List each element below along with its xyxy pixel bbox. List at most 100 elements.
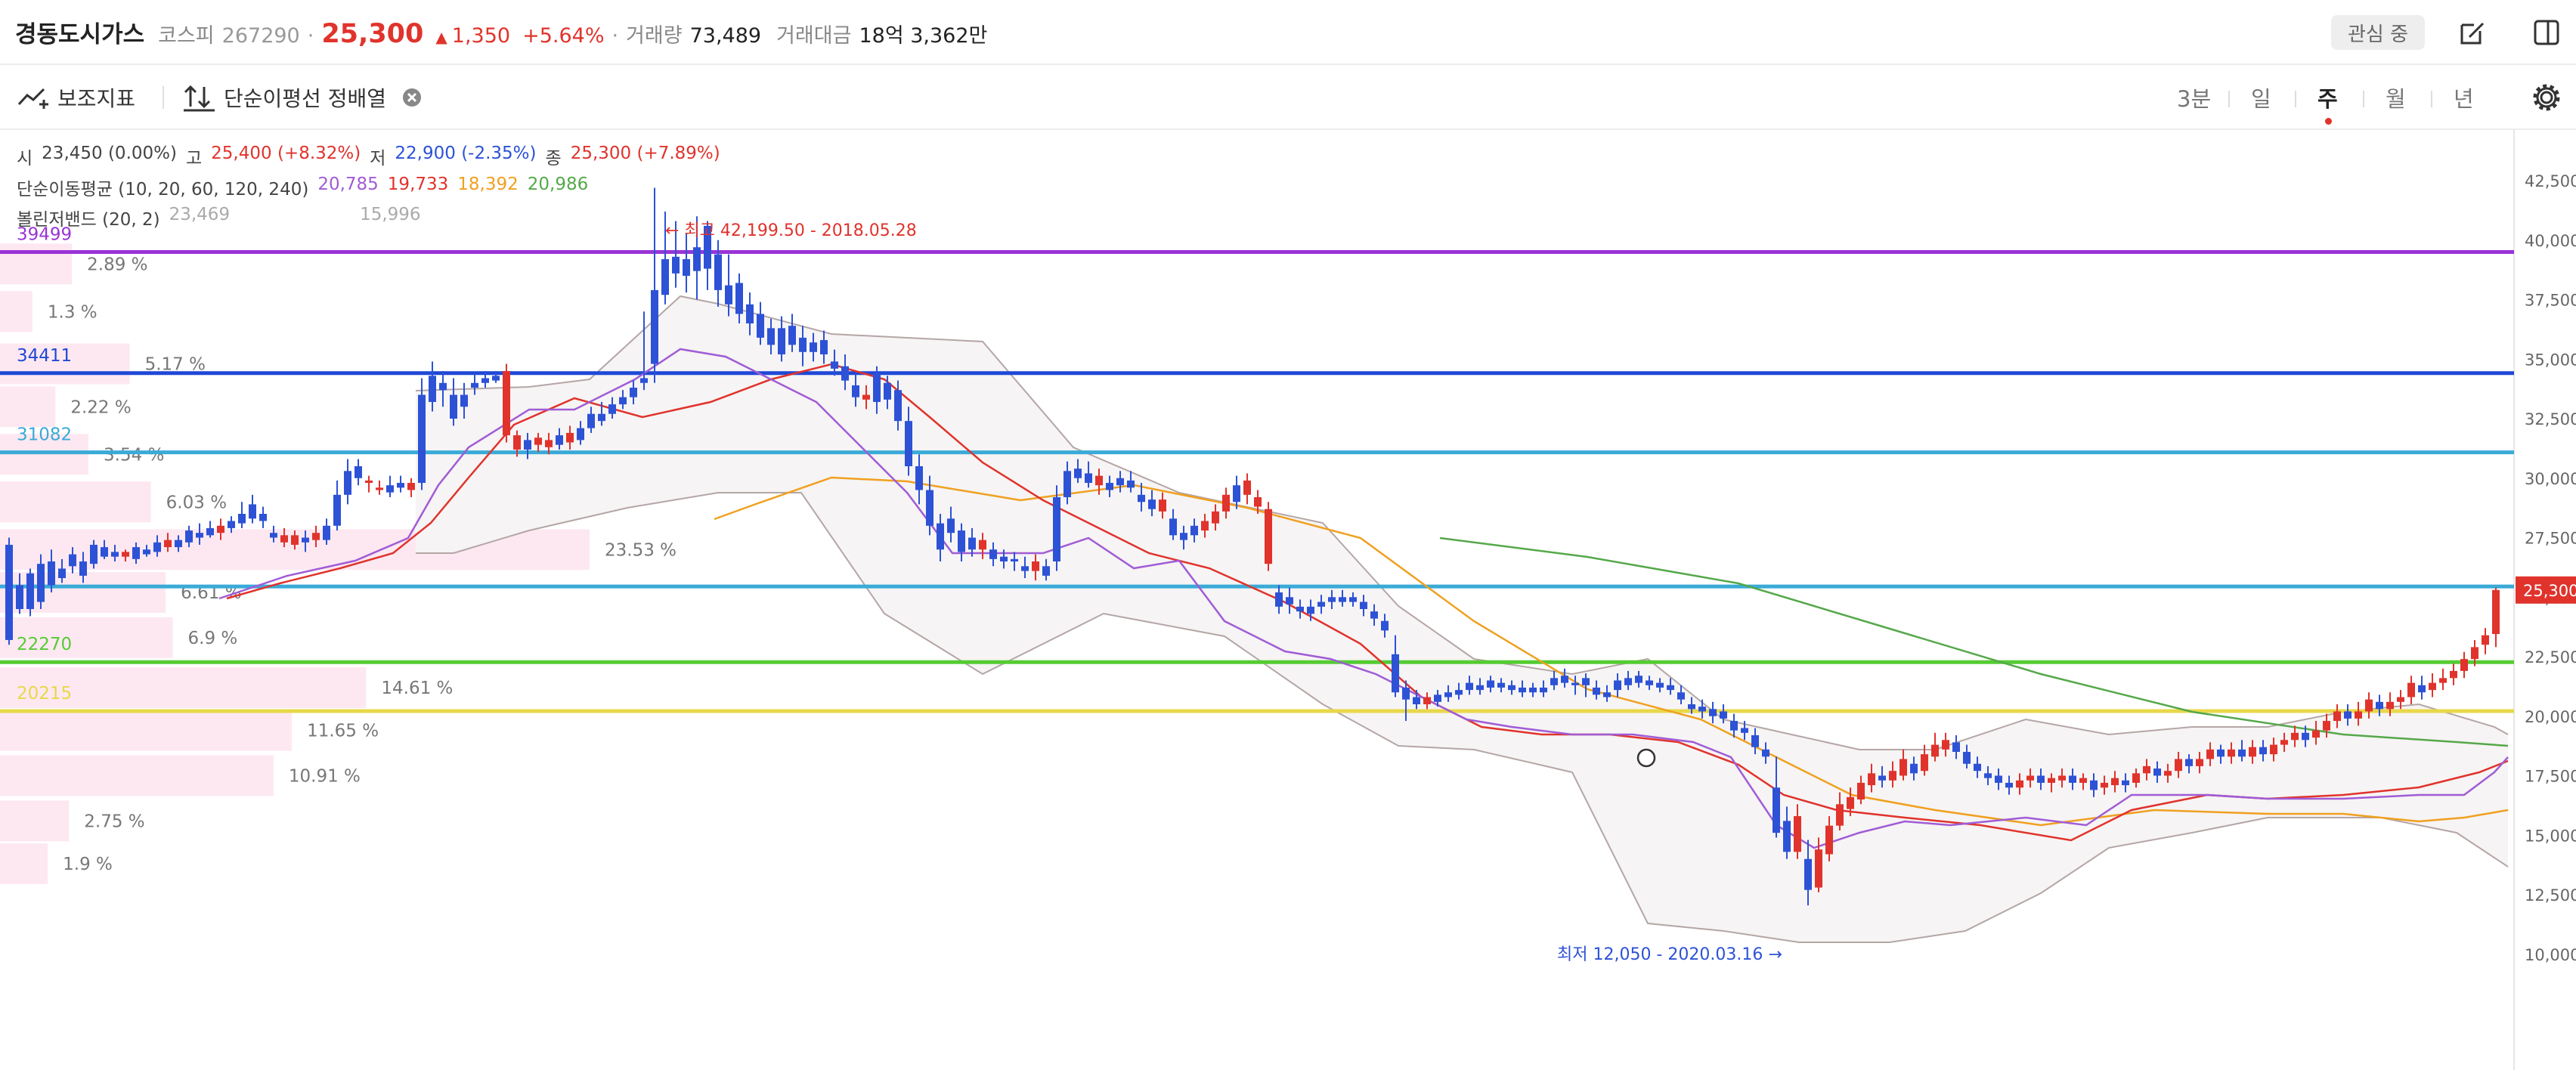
period-tab-3min[interactable]: 3분 — [2177, 82, 2211, 113]
active-period-indicator — [2325, 118, 2332, 125]
down-candle — [1074, 469, 1082, 478]
volume-profile-label: 6.9 % — [188, 629, 238, 648]
down-candle — [1233, 485, 1240, 503]
down-candle — [2418, 685, 2426, 693]
close-icon[interactable] — [401, 87, 423, 108]
up-candle — [291, 535, 299, 545]
crosshair-marker — [1636, 748, 1656, 768]
price-chart[interactable]: 2.89 % 1.3 % 5.17 % 2.22 % 3.54 % 6.03 % 23.53… — [0, 130, 2576, 1070]
down-candle — [1021, 566, 1029, 571]
y-axis-tick-label: 35,000 — [2525, 351, 2576, 369]
up-candle — [1921, 754, 1928, 772]
down-candle — [101, 547, 108, 557]
up-candle — [2355, 711, 2362, 719]
volume-label: 거래량 — [626, 24, 683, 48]
down-candle — [524, 440, 531, 450]
down-candle — [143, 549, 150, 555]
ma-legend: 단순이동평균 (10, 20, 60, 120, 240) 20,785 19,… — [17, 175, 597, 200]
down-candle — [1667, 685, 1674, 691]
period-tab-month[interactable]: 월 — [2386, 82, 2406, 113]
down-candle — [1508, 685, 1516, 691]
down-candle — [746, 304, 754, 323]
down-candle — [1487, 680, 1494, 688]
y-axis-tick-label: 37,500 — [2525, 292, 2576, 310]
settings-gear-icon[interactable] — [2529, 80, 2564, 115]
down-candle — [1169, 518, 1177, 536]
down-candle — [37, 564, 45, 602]
up-candle — [1201, 521, 1209, 531]
down-candle — [1328, 597, 1336, 602]
period-tab-year[interactable]: 년 — [2454, 82, 2474, 113]
indicator-label: 보조지표 — [57, 86, 136, 111]
down-candle — [471, 382, 478, 388]
current-price-tag-label: 25,300 — [2523, 582, 2576, 600]
volume-profile-label: 1.9 % — [63, 855, 113, 874]
down-candle — [111, 552, 119, 557]
indicator-button[interactable]: 보조지표 — [17, 81, 135, 114]
down-candle — [788, 326, 796, 345]
stock-header: 경동도시가스 코스피 267290 · 25,300 ▲ 1,350 +5.64… — [0, 0, 2576, 65]
edit-icon[interactable] — [2455, 15, 2490, 50]
down-candle — [1688, 704, 1695, 710]
down-candle — [1413, 697, 1420, 704]
down-candle — [1624, 678, 1632, 685]
down-candle — [259, 514, 267, 521]
period-tab-day[interactable]: 일 — [2251, 82, 2271, 113]
separator-dot: · — [307, 24, 314, 48]
up-candle — [1899, 759, 1907, 776]
down-candle — [439, 382, 447, 391]
open-value: 23,450 (0.00%) — [42, 144, 177, 163]
down-candle — [481, 378, 489, 383]
up-candle — [2132, 773, 2140, 783]
ma60-value: 18,392 — [457, 175, 519, 194]
down-candle — [714, 254, 722, 290]
up-candle — [122, 552, 129, 557]
watchlist-button[interactable]: 관심 중 — [2331, 15, 2425, 50]
up-candle — [2143, 765, 2150, 774]
down-candle — [450, 394, 457, 419]
up-candle — [979, 540, 986, 550]
bollinger-upper-value: 23,469 — [169, 205, 231, 224]
down-candle — [153, 542, 161, 552]
down-candle — [1148, 499, 1156, 509]
side-panel-icon[interactable] — [2529, 15, 2564, 50]
down-candle — [1677, 692, 1685, 700]
up-candle — [2397, 697, 2404, 702]
y-axis-tick-label: 15,000 — [2525, 827, 2576, 845]
down-candle — [2376, 701, 2383, 710]
down-candle — [598, 413, 605, 422]
down-candle — [1011, 558, 1018, 561]
period-tab-week[interactable]: 주 — [2317, 82, 2338, 113]
horizontal-level-label: 34411 — [17, 346, 72, 366]
price-change-percent: +5.64% — [522, 24, 605, 48]
up-candle — [1889, 771, 1896, 781]
down-candle — [894, 390, 902, 422]
toolbar-divider — [163, 86, 164, 109]
volume-profile-label: 2.75 % — [84, 812, 144, 831]
down-candle — [249, 504, 256, 519]
chart-canvas[interactable]: 2.89 %1.3 %5.17 %2.22 %3.54 %6.03 %23.53… — [0, 130, 2576, 1070]
y-axis-tick-label: 45,000 — [2525, 130, 2576, 131]
up-triangle-icon: ▲ — [435, 28, 447, 46]
down-candle — [2153, 768, 2161, 776]
volume-profile-bar — [0, 755, 274, 796]
up-candle — [534, 438, 542, 445]
down-candle — [333, 494, 341, 526]
down-candle — [926, 490, 933, 526]
down-candle — [418, 394, 426, 484]
ma-label: 단순이동평균 (10, 20, 60, 120, 240) — [17, 180, 309, 199]
ma-alignment-button[interactable]: 단순이평선 정배열 — [181, 81, 423, 114]
up-candle — [2312, 730, 2320, 738]
down-candle — [1635, 676, 1643, 683]
y-axis-tick-label: 42,500 — [2525, 172, 2576, 190]
period-divider — [2431, 91, 2432, 107]
down-candle — [2069, 775, 2076, 783]
up-candle — [1095, 475, 1103, 486]
up-candle — [2206, 749, 2214, 759]
down-candle — [651, 289, 658, 364]
low-annotation: 최저 12,050 - 2020.03.16 → — [1557, 945, 1782, 964]
up-candle — [2450, 670, 2457, 679]
down-candle — [778, 328, 785, 354]
down-candle — [79, 561, 87, 576]
down-candle — [1974, 763, 1981, 772]
